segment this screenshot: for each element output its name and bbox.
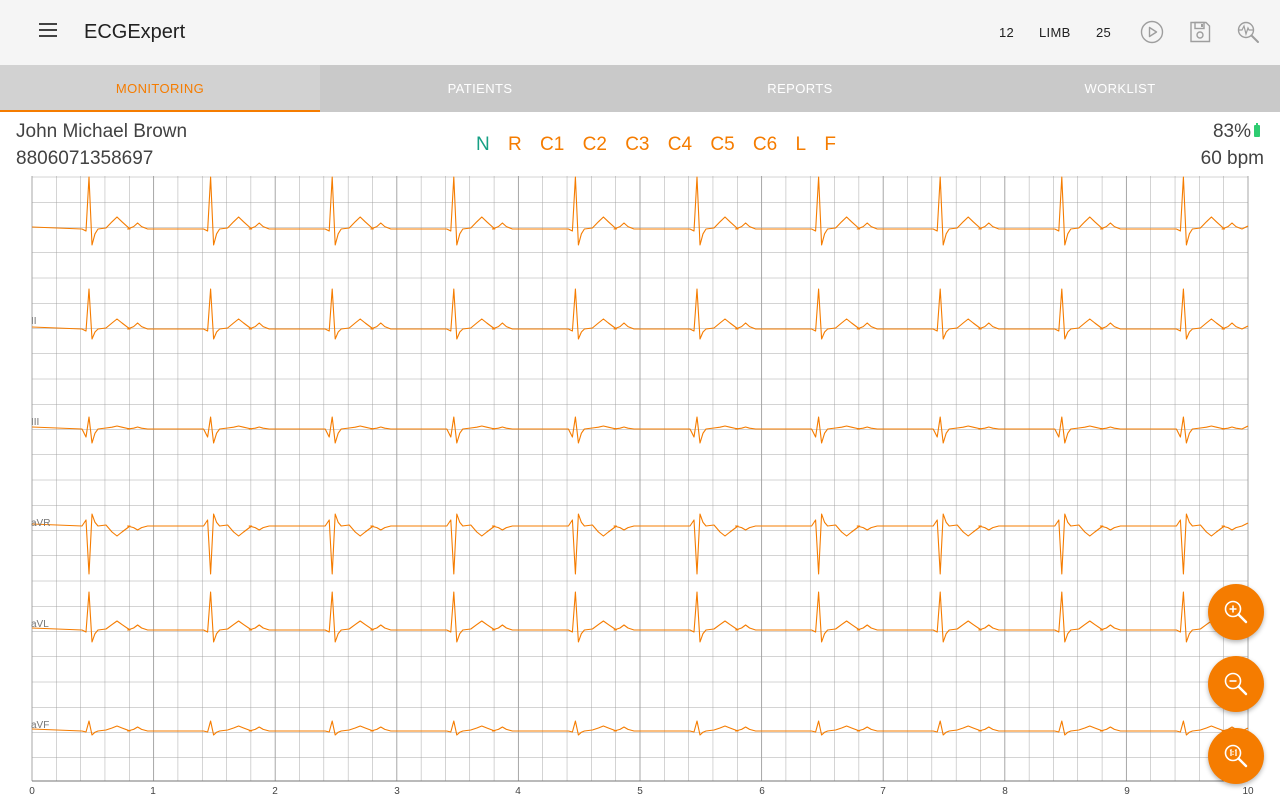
- tab-label: REPORTS: [767, 81, 833, 96]
- play-button[interactable]: [1136, 16, 1168, 48]
- x-tick: 8: [1002, 786, 1008, 797]
- x-tick: 9: [1124, 786, 1130, 797]
- tab-worklist[interactable]: WORKLIST: [960, 65, 1280, 112]
- electrode-status: N R C1 C2 C3 C4 C5 C6 L F: [476, 134, 849, 156]
- zoom-out-button[interactable]: [1208, 656, 1264, 712]
- electrode-n[interactable]: N: [476, 134, 490, 155]
- tab-bar: MONITORING PATIENTS REPORTS WORKLIST: [0, 65, 1280, 112]
- x-tick: 10: [1242, 786, 1254, 797]
- x-tick: 2: [272, 786, 278, 797]
- save-button[interactable]: [1184, 16, 1216, 48]
- ecg-strip-area[interactable]: II III aVR aVL aVF 0 1 2 3 4 5 6 7 8 9 1…: [0, 176, 1280, 800]
- lead-label-iii: III: [31, 417, 40, 428]
- tab-label: MONITORING: [115, 81, 205, 96]
- battery-icon: [1254, 123, 1260, 137]
- electrode-c1[interactable]: C1: [540, 134, 564, 155]
- electrode-f[interactable]: F: [824, 134, 836, 155]
- x-tick: 5: [637, 786, 643, 797]
- speed-toggle[interactable]: 25: [1096, 25, 1111, 40]
- x-tick: 6: [759, 786, 765, 797]
- electrode-c3[interactable]: C3: [625, 134, 649, 155]
- zoom-out-icon: [1224, 672, 1248, 696]
- menu-button[interactable]: [30, 16, 66, 48]
- battery-status: 83%: [1213, 121, 1260, 143]
- menu-icon: [39, 23, 57, 37]
- zoom-in-icon: [1224, 600, 1248, 624]
- lead-label-ii: II: [31, 316, 37, 327]
- x-tick: 4: [515, 786, 521, 797]
- lead-mode-toggle[interactable]: LIMB: [1039, 25, 1071, 40]
- electrode-c4[interactable]: C4: [668, 134, 692, 155]
- electrode-r[interactable]: R: [508, 134, 522, 155]
- tab-patients[interactable]: PATIENTS: [320, 65, 640, 112]
- x-tick: 7: [880, 786, 886, 797]
- play-icon: [1140, 20, 1164, 44]
- patient-name: John Michael Brown: [16, 121, 188, 142]
- lead-count-toggle[interactable]: 12: [999, 25, 1014, 40]
- ecg-grid-and-traces: [31, 176, 1249, 782]
- electrode-l[interactable]: L: [796, 134, 807, 155]
- tab-reports[interactable]: REPORTS: [640, 65, 960, 112]
- tab-monitoring[interactable]: MONITORING: [0, 65, 320, 112]
- patient-id: 8806071358697: [16, 148, 154, 169]
- heart-rate: 60 bpm: [1200, 148, 1264, 169]
- app-title: ECGExpert: [84, 21, 186, 43]
- tab-indicator: [0, 110, 320, 112]
- zoom-actual-icon: [1224, 744, 1248, 768]
- tab-label: PATIENTS: [447, 81, 513, 96]
- electrode-c2[interactable]: C2: [583, 134, 607, 155]
- zoom-reset-button[interactable]: [1208, 728, 1264, 784]
- zoom-in-button[interactable]: [1208, 584, 1264, 640]
- x-tick: 1: [150, 786, 156, 797]
- lead-label-avr: aVR: [31, 518, 51, 529]
- tab-label: WORKLIST: [1084, 81, 1156, 96]
- lead-label-avl: aVL: [31, 619, 49, 630]
- electrode-c6[interactable]: C6: [753, 134, 777, 155]
- save-icon: [1190, 21, 1211, 43]
- analyze-button[interactable]: [1232, 16, 1264, 48]
- ecg-search-icon: [1237, 21, 1259, 43]
- x-tick: 0: [29, 786, 35, 797]
- battery-level: 83%: [1212, 121, 1251, 142]
- x-tick: 3: [394, 786, 400, 797]
- app-bar: ECGExpert 12 LIMB 25: [0, 0, 1280, 65]
- lead-label-avf: aVF: [31, 720, 50, 731]
- electrode-c5[interactable]: C5: [710, 134, 734, 155]
